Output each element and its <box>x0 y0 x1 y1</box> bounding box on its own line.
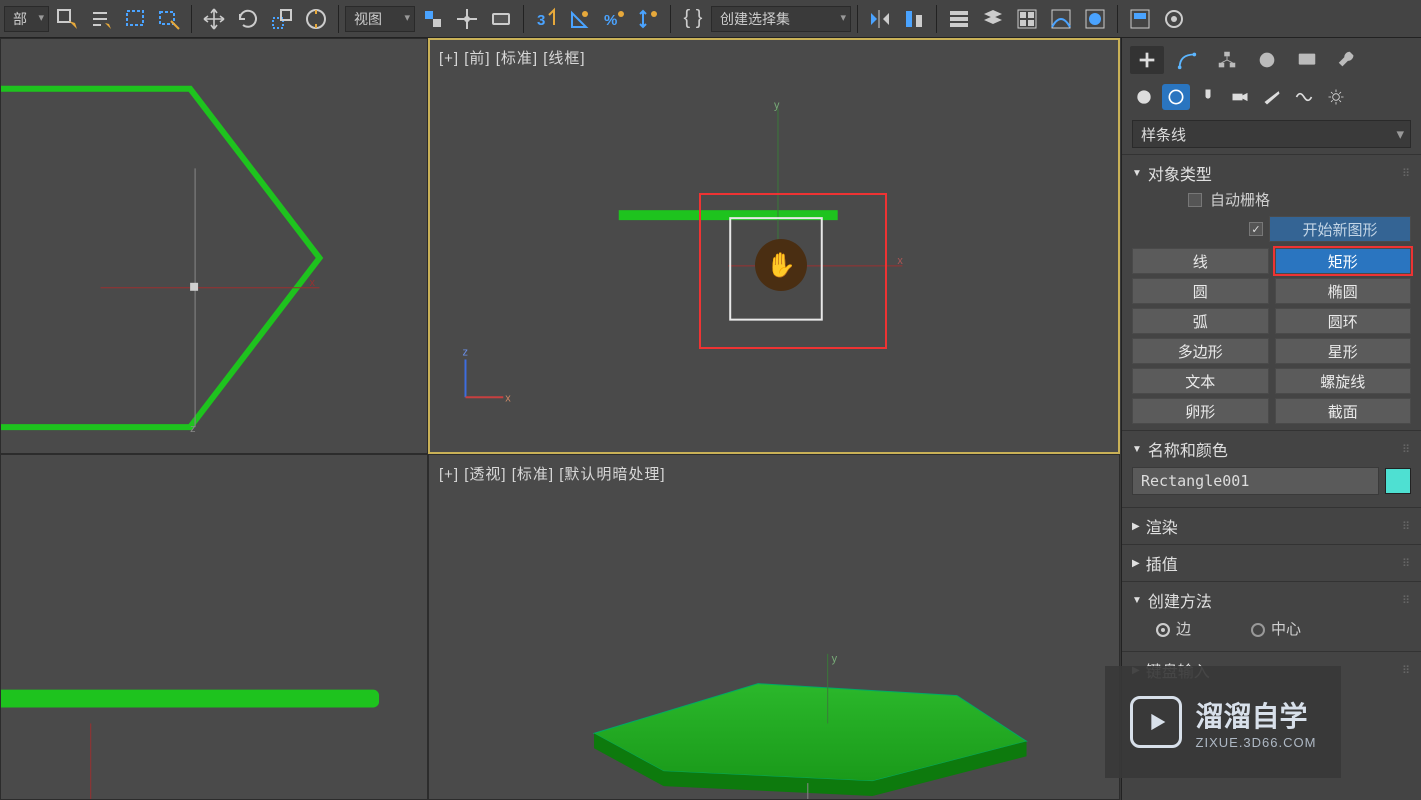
main-toolbar: 部 视图 3 % { <box>0 0 1421 38</box>
svg-text:3: 3 <box>537 12 545 29</box>
object-name-input[interactable] <box>1132 467 1379 495</box>
shape-ellipse-button[interactable]: 椭圆 <box>1275 278 1412 304</box>
viewport-perspective[interactable]: [+] [透视] [标准] [默认明暗处理] y <box>428 454 1120 800</box>
svg-text:x: x <box>505 392 511 404</box>
shape-text-button[interactable]: 文本 <box>1132 368 1269 394</box>
rollout-render-header[interactable]: ▶渲染 ⠿ <box>1132 514 1411 538</box>
select-by-name-icon[interactable] <box>85 3 117 35</box>
shape-egg-button[interactable]: 卵形 <box>1132 398 1269 424</box>
rotate-icon[interactable] <box>232 3 264 35</box>
watermark-logo-icon <box>1130 696 1182 748</box>
percent-snap-icon[interactable]: % <box>598 3 630 35</box>
use-pivot-center-icon[interactable] <box>417 3 449 35</box>
material-editor-icon[interactable] <box>1079 3 1111 35</box>
tab-modify[interactable] <box>1170 46 1204 74</box>
select-object-icon[interactable] <box>51 3 83 35</box>
viewport-top[interactable]: x z <box>0 38 428 454</box>
rollout-creation-method: ▼创建方法 ⠿ 边 中心 <box>1122 581 1421 651</box>
shape-line-button[interactable]: 线 <box>1132 248 1269 274</box>
rollout-render-title: 渲染 <box>1146 514 1178 538</box>
shape-helix-button[interactable]: 螺旋线 <box>1275 368 1412 394</box>
mirror-icon[interactable] <box>864 3 896 35</box>
ref-coord-dropdown[interactable]: 视图 <box>345 6 415 32</box>
shape-subcategory-dropdown[interactable]: 样条线 <box>1132 120 1411 148</box>
watermark-brand: 溜溜自学 <box>1196 695 1317 735</box>
start-new-shape-button[interactable]: 开始新图形 <box>1269 216 1411 242</box>
manipulate-icon[interactable] <box>451 3 483 35</box>
object-color-swatch[interactable] <box>1385 468 1411 494</box>
autogrid-checkbox[interactable] <box>1188 193 1202 207</box>
command-panel-tabs <box>1122 38 1421 80</box>
rollout-object-type-header[interactable]: ▼对象类型 ⠿ <box>1132 161 1411 185</box>
watermark-url: ZIXUE.3D66.COM <box>1196 735 1317 750</box>
creation-edge-radio[interactable]: 边 <box>1156 618 1191 639</box>
svg-text:x: x <box>310 277 316 289</box>
schematic-view-icon[interactable] <box>1045 3 1077 35</box>
tab-hierarchy[interactable] <box>1210 46 1244 74</box>
tab-display[interactable] <box>1290 46 1324 74</box>
rollout-object-type: ▼对象类型 ⠿ 自动栅格 开始新图形 线 矩形 圆 椭圆 弧 圆环 多边形 星形… <box>1122 154 1421 430</box>
render-setup-icon[interactable] <box>1124 3 1156 35</box>
viewport-area: x z [+] [前] [标准] [线框] y x z x <box>0 38 1120 800</box>
svg-text:%: % <box>604 12 617 29</box>
rollout-interpolation: ▶插值 ⠿ <box>1122 544 1421 581</box>
tab-utilities[interactable] <box>1330 46 1364 74</box>
watermark: 溜溜自学 ZIXUE.3D66.COM <box>1105 666 1341 778</box>
shape-arc-button[interactable]: 弧 <box>1132 308 1269 334</box>
rollout-name-color: ▼名称和颜色 ⠿ <box>1122 430 1421 507</box>
shape-circle-button[interactable]: 圆 <box>1132 278 1269 304</box>
svg-text:x: x <box>897 255 903 267</box>
cat-shapes-icon[interactable] <box>1162 84 1190 110</box>
spinner-snap-icon[interactable] <box>632 3 664 35</box>
curve-editor-icon[interactable] <box>1011 3 1043 35</box>
shape-ngon-button[interactable]: 多边形 <box>1132 338 1269 364</box>
cat-geometry-icon[interactable] <box>1130 84 1158 110</box>
cat-helpers-icon[interactable] <box>1258 84 1286 110</box>
tab-motion[interactable] <box>1250 46 1284 74</box>
create-category-row <box>1122 80 1421 116</box>
cat-cameras-icon[interactable] <box>1226 84 1254 110</box>
snap-3d-icon[interactable]: 3 <box>530 3 562 35</box>
rollout-creation-method-header[interactable]: ▼创建方法 ⠿ <box>1132 588 1411 612</box>
selection-filter-dropdown[interactable]: 部 <box>4 6 49 32</box>
svg-text:y: y <box>832 653 838 665</box>
autogrid-label: 自动栅格 <box>1210 189 1270 210</box>
cat-spacewarps-icon[interactable] <box>1290 84 1318 110</box>
tab-create[interactable] <box>1130 46 1164 74</box>
rollout-name-color-header[interactable]: ▼名称和颜色 ⠿ <box>1132 437 1411 461</box>
keyboard-shortcut-icon[interactable] <box>485 3 517 35</box>
viewport-left[interactable] <box>0 454 428 800</box>
rollout-object-type-title: 对象类型 <box>1148 161 1212 185</box>
rollout-interpolation-title: 插值 <box>1146 551 1178 575</box>
rollout-creation-method-title: 创建方法 <box>1148 588 1212 612</box>
toggle-ribbon-icon[interactable] <box>977 3 1009 35</box>
shape-donut-button[interactable]: 圆环 <box>1275 308 1412 334</box>
layer-explorer-icon[interactable] <box>943 3 975 35</box>
shape-section-button[interactable]: 截面 <box>1275 398 1412 424</box>
viewport-front[interactable]: [+] [前] [标准] [线框] y x z x ✋ <box>428 38 1120 454</box>
creation-center-radio[interactable]: 中心 <box>1251 618 1301 639</box>
start-new-shape-checkbox[interactable] <box>1249 222 1263 236</box>
rectangular-region-icon[interactable] <box>119 3 151 35</box>
scale-icon[interactable] <box>266 3 298 35</box>
svg-text:z: z <box>463 346 468 358</box>
rollout-name-color-title: 名称和颜色 <box>1148 437 1228 461</box>
align-icon[interactable] <box>898 3 930 35</box>
cat-systems-icon[interactable] <box>1322 84 1350 110</box>
rollout-render: ▶渲染 ⠿ <box>1122 507 1421 544</box>
rollout-interpolation-header[interactable]: ▶插值 ⠿ <box>1132 551 1411 575</box>
move-icon[interactable] <box>198 3 230 35</box>
shape-star-button[interactable]: 星形 <box>1275 338 1412 364</box>
shape-rectangle-button[interactable]: 矩形 <box>1275 248 1412 274</box>
angle-snap-icon[interactable] <box>564 3 596 35</box>
window-crossing-icon[interactable] <box>153 3 185 35</box>
svg-text:z: z <box>190 423 195 435</box>
pan-cursor-icon: ✋ <box>755 239 807 291</box>
placement-icon[interactable] <box>300 3 332 35</box>
named-selset-braces-icon[interactable]: { } <box>677 3 709 35</box>
render-frame-icon[interactable] <box>1158 3 1190 35</box>
svg-text:y: y <box>774 100 780 112</box>
selection-set-dropdown[interactable]: 创建选择集 <box>711 6 851 32</box>
cat-lights-icon[interactable] <box>1194 84 1222 110</box>
